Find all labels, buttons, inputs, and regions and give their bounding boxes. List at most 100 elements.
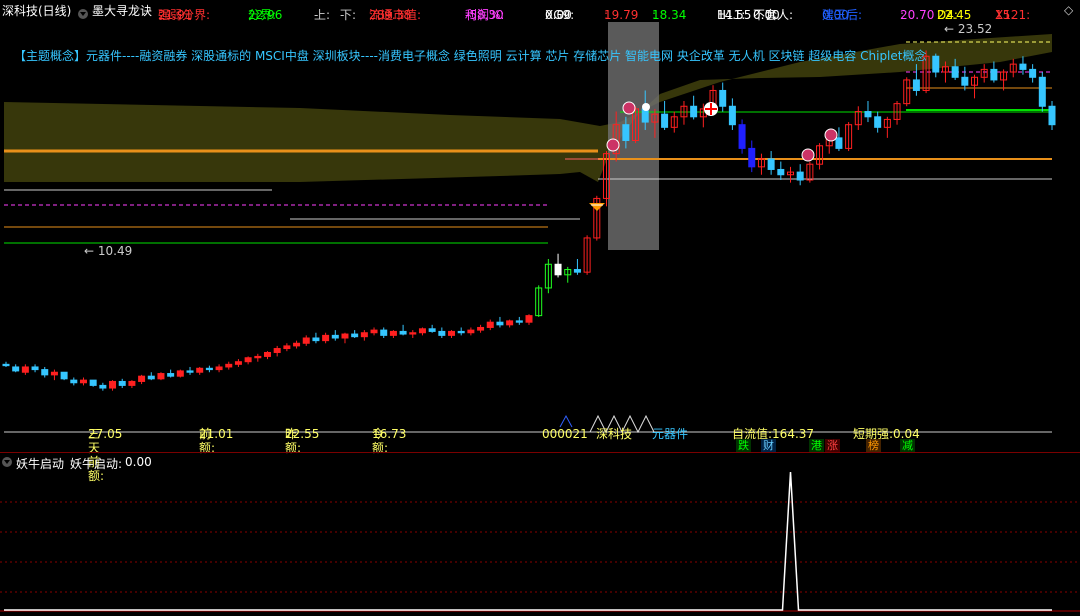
candle-body [380,329,388,336]
low-price-label: ← 10.49 [84,244,132,258]
candle-body [932,55,940,73]
signal-marker [824,128,838,142]
blue-zigzag-marker [559,414,573,428]
candle-body [496,321,504,326]
sub-indicator-header: 妖牛启动 妖牛启动: 0.00 [0,454,1080,471]
header-item-value: 0.00 [822,8,849,22]
candle-body [486,321,494,328]
price-chart[interactable]: ← 23.52 ← 10.49 [0,22,1080,452]
candle-body [273,348,281,353]
candle-body [331,334,339,339]
spike-line [4,471,1052,611]
candle-body [205,367,213,371]
stock-title[interactable]: 深科技(日线) [2,4,71,18]
theme-concepts-text: 【主题概念】元器件----融资融券 深股通标的 MSCI中盘 深圳板块----消… [14,49,927,63]
stock-code: 000021 [542,427,588,441]
candle-body [622,124,630,141]
header-item-value: - [314,8,319,22]
header-item-value: 289.38 [369,8,411,22]
candle-body [147,375,155,380]
header-item-value: 0.00 [545,8,572,22]
candle-body [951,66,959,78]
candle-body [302,337,310,344]
candle-body [31,366,39,371]
flag-badge: 港 [809,439,824,452]
candle-body [118,380,126,386]
candle-body [186,370,194,373]
candle-body [360,332,368,338]
candle-body [864,111,872,118]
candle-body [370,329,378,334]
candle-body [448,330,456,336]
candle-body [215,366,223,371]
candle-body [254,355,262,359]
candle-body [748,147,756,168]
header-item-value: 15. [995,8,1015,22]
candle-body [728,105,736,126]
flag-badge: 跌 [736,439,751,452]
candle-body [418,328,426,334]
candle-body [961,76,969,86]
candle-body [467,329,475,334]
candle-body [234,361,242,365]
header-item-value: 18.34 [652,8,687,22]
candle-body [176,370,184,377]
candle-body [409,332,417,335]
candle-body [767,158,775,170]
flag-badge: 涨 [825,439,840,452]
candle-body [196,367,204,373]
candle-body [874,116,882,128]
candle-body [515,320,523,323]
candle-body [99,384,107,389]
candle-body [167,373,175,377]
candle-body [312,337,320,342]
candle-body [661,113,669,128]
signal-marker [801,148,815,162]
candle-body [322,334,330,342]
flag-badge: 榜 [866,439,881,452]
candle-body [835,137,843,149]
sector-label: 元器件 [652,427,689,441]
candle-body [738,124,746,149]
white-dot-marker [642,103,650,111]
candle-body [41,369,49,376]
stock-name-label: 深科技 [596,427,633,441]
candle-body [21,366,29,373]
candle-body [50,371,58,376]
header-item-value: 19.79 [604,8,639,22]
candle-body [1048,105,1056,126]
candle-body [109,380,117,389]
header-item-value: 0.00 [753,8,780,22]
candle-body [60,371,68,380]
down-triangle-marker [589,203,605,211]
more-icon[interactable]: ◇ [1064,3,1073,17]
candle-body [341,333,349,339]
candle-body [1038,76,1046,107]
candle-body [2,363,10,367]
candle-body [225,363,233,368]
header-item-value: 22.96 [248,8,283,22]
candle-body [70,379,78,384]
candle-body [399,330,407,335]
candle-body [389,330,397,336]
candle-body [796,171,804,181]
sub-indicator-chart[interactable] [0,470,1080,616]
header-item-value: 14.55 [717,8,752,22]
candle-body [351,333,359,338]
sub-dropdown-icon[interactable] [2,455,12,469]
header-item-value: 21.91 [158,8,193,22]
header-item-value: 20.70 [900,8,935,22]
candle-body [457,330,465,334]
signal-marker [606,138,620,152]
candle-body [690,105,698,118]
candle-body [12,366,20,372]
formula-name[interactable]: 墨大寻龙诀 [92,4,152,18]
candle-body [912,79,920,91]
flag-badge: 减 [900,439,915,452]
header-item-value: -58.30 [465,8,504,22]
header-item-value: - [340,8,345,22]
sub-indicator-value: 0.00 [125,455,152,469]
candle-body [1029,68,1037,78]
high-price-label: ← 23.52 [944,22,992,36]
candle-body [138,375,146,382]
